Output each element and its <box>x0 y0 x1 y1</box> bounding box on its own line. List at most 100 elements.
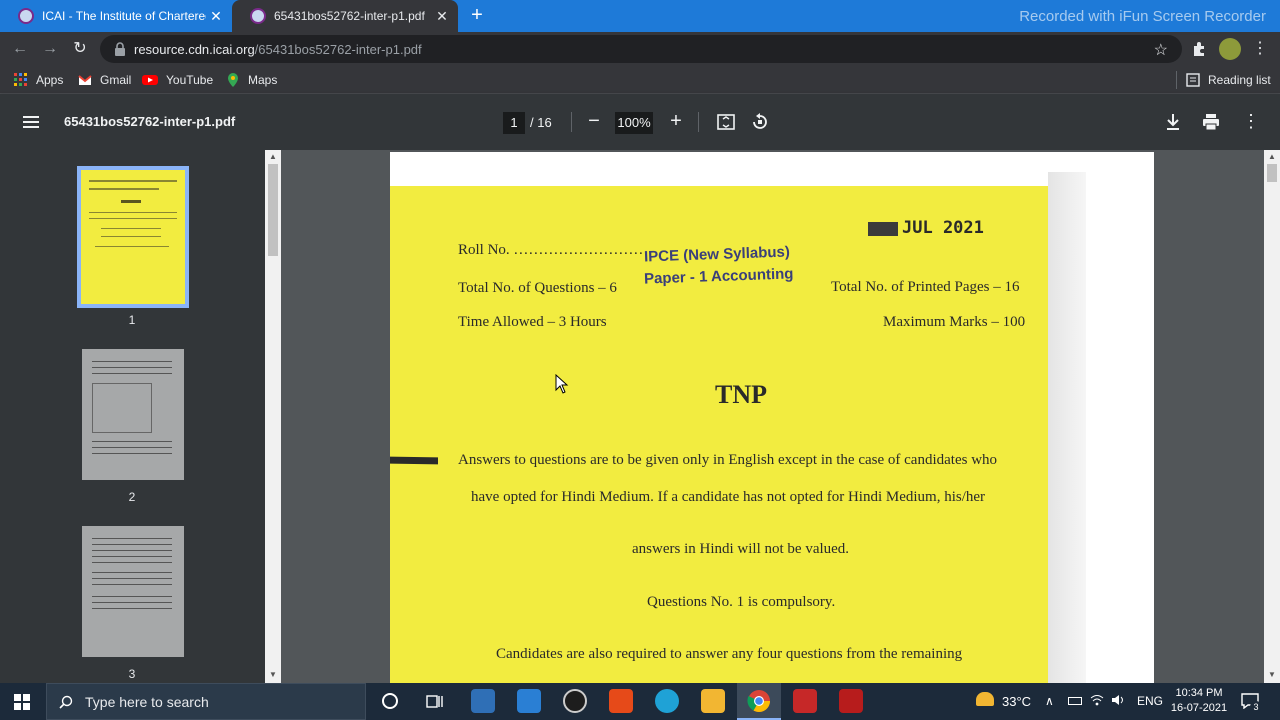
search-icon <box>59 695 73 709</box>
clock-date: 16-07-2021 <box>1170 702 1228 714</box>
instruction-line: Candidates are also required to answer a… <box>496 646 963 662</box>
wifi-icon[interactable] <box>1090 694 1104 706</box>
scroll-up-arrow-icon[interactable]: ▲ <box>268 152 278 162</box>
rotate-icon[interactable] <box>751 113 769 131</box>
bookmarks-bar: Apps Gmail YouTube Maps Reading list <box>0 66 1280 94</box>
download-icon[interactable] <box>1165 113 1181 131</box>
chevron-up-icon[interactable]: ∧ <box>1045 694 1054 708</box>
icai-favicon-icon <box>250 8 266 24</box>
zoom-level-input[interactable]: 100% <box>615 112 653 134</box>
close-tab-icon[interactable]: ✕ <box>432 8 452 25</box>
bookmark-divider <box>1176 71 1177 89</box>
zoom-out-button[interactable]: − <box>585 111 603 131</box>
time-allowed: Time Allowed – 3 Hours <box>458 314 607 330</box>
thumbnail-label: 2 <box>128 490 136 504</box>
profile-avatar[interactable] <box>1219 38 1241 60</box>
scroll-down-arrow-icon[interactable]: ▼ <box>268 670 278 680</box>
paper-code: TNP <box>715 380 767 409</box>
address-bar[interactable]: resource.cdn.icai.org/65431bos52762-inte… <box>100 35 1182 63</box>
taskbar-search-box[interactable]: Type here to search <box>46 683 366 720</box>
bookmark-youtube[interactable]: YouTube <box>142 72 213 88</box>
pdf-page-1: JUL 2021 Roll No. ……………………… IPCE (New Sy… <box>390 152 1154 683</box>
reload-icon[interactable]: ↻ <box>70 39 90 59</box>
browser-toolbar: ← → ↻ resource.cdn.icai.org/65431bos5276… <box>0 32 1280 66</box>
cortana-icon[interactable] <box>382 693 398 709</box>
bookmark-apps[interactable]: Apps <box>14 72 63 88</box>
printed-pages: Total No. of Printed Pages – 16 <box>831 279 1020 295</box>
battery-icon[interactable] <box>1068 697 1082 705</box>
office-icon[interactable] <box>609 689 633 713</box>
more-actions-icon[interactable]: ⋮ <box>1242 111 1260 132</box>
sidebar-scroll-thumb[interactable] <box>268 164 278 256</box>
tab-strip: ICAI - The Institute of Chartered ✕ 6543… <box>0 0 1280 32</box>
icai-favicon-icon <box>18 8 34 24</box>
instruction-line: Answers to questions are to be given onl… <box>458 452 998 468</box>
clock[interactable]: 10:34 PM 16-07-2021 <box>1168 686 1230 716</box>
tab-title: ICAI - The Institute of Chartered <box>42 9 206 23</box>
close-tab-icon[interactable]: ✕ <box>206 8 226 25</box>
file-explorer-icon[interactable] <box>701 689 725 713</box>
notification-count: 3 <box>1250 701 1262 713</box>
chrome-menu-icon[interactable]: ⋮ <box>1252 38 1268 58</box>
tab-title: 65431bos52762-inter-p1.pdf <box>274 9 425 23</box>
temperature[interactable]: 33°C <box>1002 694 1031 709</box>
thumbnail-page-2[interactable] <box>82 349 184 480</box>
back-arrow-icon[interactable]: ← <box>10 39 30 59</box>
thumbnail-sidebar: 1 2 3 <box>0 150 265 683</box>
mail-icon[interactable] <box>517 689 541 713</box>
chrome-taskbar-active[interactable] <box>737 683 781 720</box>
date-stamp: JUL 2021 <box>868 218 984 238</box>
forward-arrow-icon[interactable]: → <box>40 39 60 59</box>
thumbnail-label: 3 <box>128 667 136 681</box>
thumbnail-page-3[interactable] <box>82 526 184 657</box>
scroll-up-arrow-icon[interactable]: ▲ <box>1267 152 1277 162</box>
language-indicator[interactable]: ENG <box>1137 694 1163 708</box>
page-number-input[interactable]: 1 <box>503 112 525 134</box>
url-text: resource.cdn.icai.org/65431bos52762-inte… <box>134 41 422 57</box>
reading-list-button[interactable]: Reading list <box>1186 72 1271 88</box>
print-icon[interactable] <box>1202 113 1220 131</box>
maps-pin-icon <box>228 73 238 87</box>
extensions-puzzle-icon[interactable] <box>1191 41 1207 57</box>
task-view-icon[interactable] <box>426 693 444 709</box>
stamp-logo-icon <box>868 221 898 236</box>
lock-icon <box>115 42 125 56</box>
thumbnail-label: 1 <box>128 313 136 327</box>
maximum-marks: Maximum Marks – 100 <box>883 314 1026 330</box>
document-viewer: JUL 2021 Roll No. ……………………… IPCE (New Sy… <box>281 150 1264 683</box>
instruction-line: answers in Hindi will not be valued. <box>632 541 850 557</box>
roll-no-field: Roll No. ……………………… <box>458 242 649 258</box>
pdf-title: 65431bos52762-inter-p1.pdf <box>64 114 236 129</box>
acrobat-reader-icon[interactable] <box>839 689 863 713</box>
scroll-down-arrow-icon[interactable]: ▼ <box>1267 670 1277 680</box>
zoom-in-button[interactable]: + <box>667 111 685 131</box>
document-scroll-thumb[interactable] <box>1267 164 1277 182</box>
tab-icai[interactable]: ICAI - The Institute of Chartered ✕ <box>0 0 232 32</box>
toolbar-divider <box>698 112 699 132</box>
sidebar-menu-icon[interactable] <box>22 113 40 131</box>
thumbnail-page-1[interactable] <box>77 166 189 308</box>
sidebar-scrollbar[interactable]: ▲ ▼ <box>265 150 281 683</box>
instruction-line: Questions No. 1 is compulsory. <box>647 594 836 610</box>
bookmark-gmail[interactable]: Gmail <box>78 72 131 88</box>
bookmark-maps[interactable]: Maps <box>226 72 277 88</box>
edge-icon[interactable] <box>655 689 679 713</box>
clock-time: 10:34 PM <box>1175 687 1223 699</box>
document-scrollbar[interactable]: ▲ ▼ <box>1264 150 1280 683</box>
dell-icon[interactable] <box>563 689 587 713</box>
screen-recorder-icon[interactable] <box>793 689 817 713</box>
mouse-cursor-icon <box>555 374 569 394</box>
weather-icon[interactable] <box>976 692 994 706</box>
bookmark-star-icon[interactable]: ☆ <box>1154 40 1168 60</box>
fit-to-page-icon[interactable] <box>717 114 735 130</box>
scan-mark <box>390 456 438 465</box>
toolbar-divider <box>571 112 572 132</box>
instruction-line: have opted for Hindi Medium. If a candid… <box>471 489 986 505</box>
windows-start-icon[interactable] <box>14 694 30 710</box>
chrome-icon <box>747 690 770 712</box>
new-tab-button[interactable]: + <box>466 4 488 26</box>
volume-icon[interactable] <box>1111 694 1125 706</box>
tab-pdf[interactable]: 65431bos52762-inter-p1.pdf ✕ <box>232 0 458 32</box>
recorder-watermark: Recorded with iFun Screen Recorder <box>1019 8 1266 25</box>
microsoft-store-icon[interactable] <box>471 689 495 713</box>
